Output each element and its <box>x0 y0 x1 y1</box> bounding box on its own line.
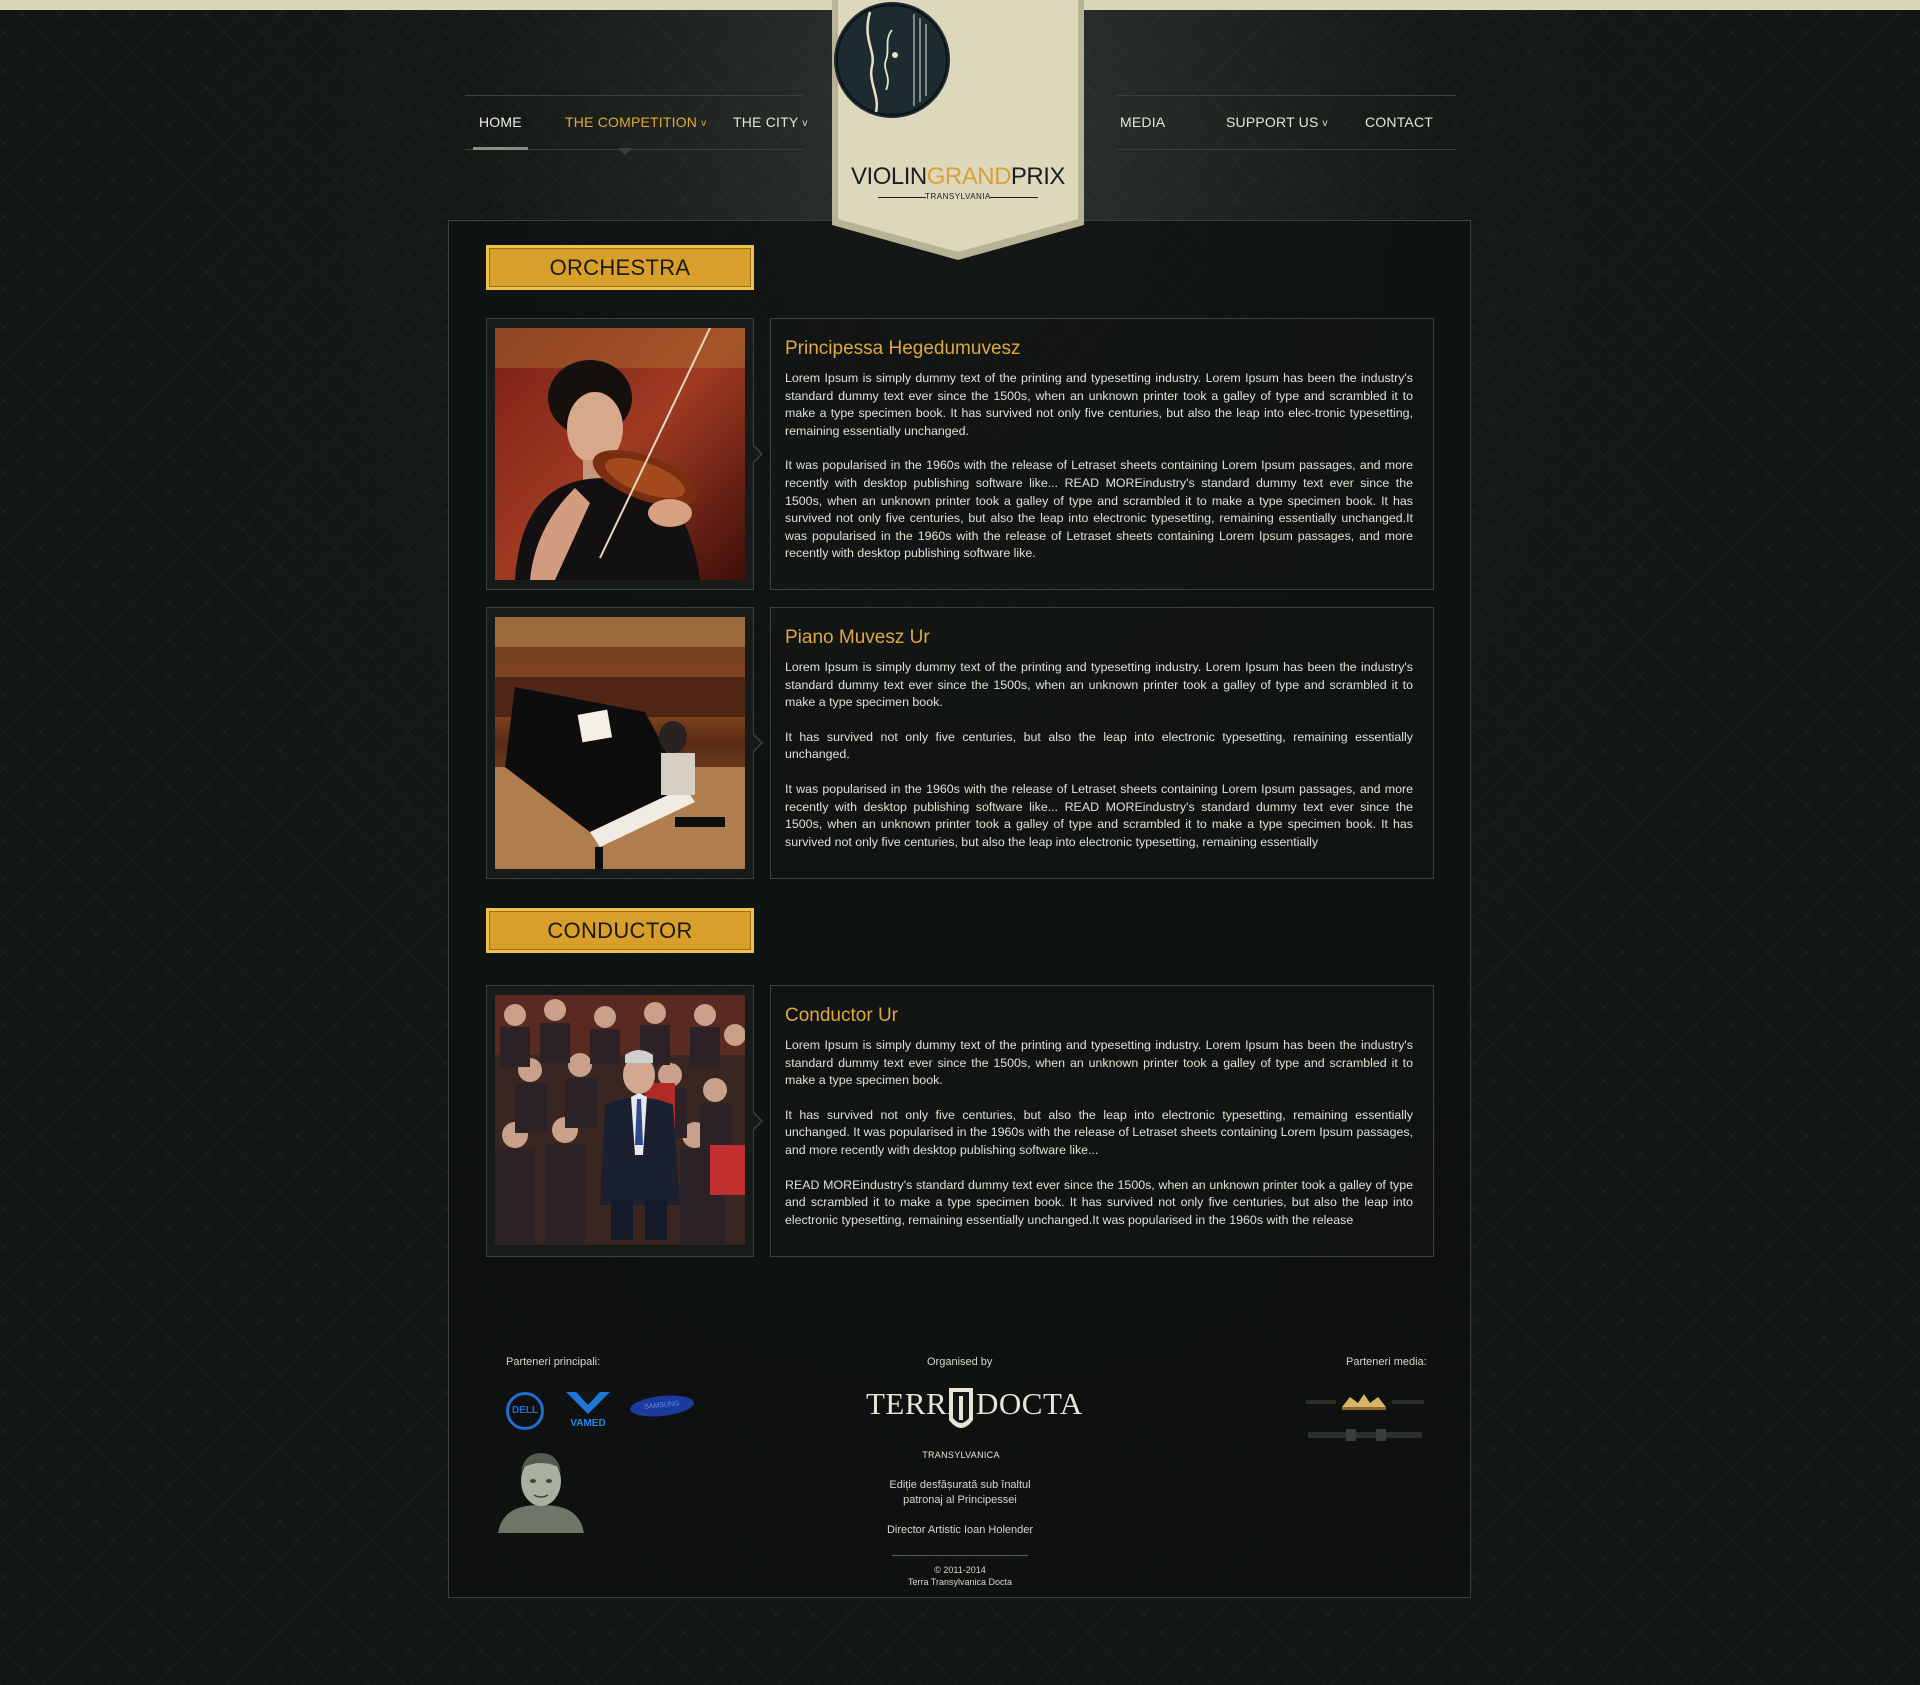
organised-by-label: Organised by <box>927 1356 993 1368</box>
logo-word-violin: VIOLIN <box>851 163 927 190</box>
logo-word-prix: PRIX <box>1010 163 1066 190</box>
entry-paragraph: READ MOREindustry's standard dummy text … <box>785 1177 1413 1227</box>
chevron-down-icon: v <box>701 118 707 129</box>
entry-text-box: Principessa Hegedumuvesz Lorem Ipsum is … <box>770 318 1434 590</box>
nav-the-competition-label: THE COMPETITION <box>565 114 698 130</box>
entry-paragraph: It was popularised in the 1960s with the… <box>785 781 1413 849</box>
nav-home-label: HOME <box>479 114 522 130</box>
conductor-photo <box>495 995 745 1245</box>
artistic-director: Director Artistic Ioan Holender <box>886 1524 1034 1536</box>
terra-docta-logo-right: DOCTA <box>976 1386 1083 1421</box>
violin-scroll-emblem-icon <box>834 2 950 118</box>
vamed-logo-text: VAMED <box>570 1418 606 1429</box>
photo-pointer-icon <box>752 1111 763 1131</box>
dell-logo[interactable]: DELL <box>506 1392 544 1430</box>
footer-divider <box>892 1555 1028 1556</box>
dell-logo-text: DELL <box>511 1405 539 1416</box>
main-nav-left: HOME THE COMPETITION v THE CITY v <box>465 95 807 155</box>
entry-photo-frame[interactable] <box>486 985 763 1257</box>
section-label-orchestra: ORCHESTRA <box>486 245 754 290</box>
patronage-text: Ediție desfășurată sub înaltul patronaj … <box>860 1478 1060 1508</box>
entry-photo-frame[interactable] <box>486 607 763 879</box>
copyright-org: Terra Transylvanica Docta <box>907 1577 1013 1587</box>
logo-word-grand: GRAND <box>926 163 1012 190</box>
newspaper-masthead-icon[interactable] <box>1306 1427 1424 1443</box>
entry-text-box: Conductor Ur Lorem Ipsum is simply dummy… <box>770 985 1434 1257</box>
entry-paragraph: It was popularised in the 1960s with the… <box>785 458 1413 561</box>
logo-wordmark: VIOLINGRANDPRIX <box>832 163 1084 191</box>
vamed-v-icon <box>566 1392 610 1414</box>
violinist-photo <box>495 328 745 580</box>
patronage-line-2: patronaj al Principessei <box>903 1494 1017 1506</box>
entry-text-box: Piano Muvesz Ur Lorem Ipsum is simply du… <box>770 607 1434 879</box>
chevron-down-icon: v <box>1322 118 1328 129</box>
copyright-years: © 2011-2014 <box>934 1565 986 1575</box>
entry-paragraph: It has survived not only five centuries,… <box>785 729 1413 762</box>
partners-label: Parteneri principali: <box>506 1356 601 1368</box>
entry-paragraph: Lorem Ipsum is simply dummy text of the … <box>785 371 1413 438</box>
terra-docta-logo-sub: TRANSYLVANICA <box>922 1450 1000 1460</box>
site-logo[interactable]: VIOLINGRANDPRIX TRANSYLVANIA <box>832 0 1084 262</box>
patron-portrait-icon <box>498 1453 584 1533</box>
main-nav-right: MEDIA SUPPORT US v CONTACT <box>1116 95 1456 150</box>
section-label-conductor: CONDUCTOR <box>486 908 754 953</box>
nav-contact[interactable]: CONTACT <box>1365 96 1433 149</box>
patronage-line-1: Ediție desfășurată sub înaltul <box>889 1479 1031 1491</box>
vamed-logo[interactable]: VAMED <box>562 1390 614 1432</box>
nav-the-competition[interactable]: THE COMPETITION v <box>565 96 706 149</box>
nav-support-us[interactable]: SUPPORT US v <box>1226 96 1328 149</box>
nav-home[interactable]: HOME <box>473 96 528 150</box>
nav-media[interactable]: MEDIA <box>1120 96 1165 149</box>
nav-support-us-label: SUPPORT US <box>1226 114 1319 130</box>
photo-pointer-icon <box>752 444 763 464</box>
entry-title[interactable]: Piano Muvesz Ur <box>785 626 1413 650</box>
logo-subtitle: TRANSYLVANIA <box>864 192 1052 201</box>
pianist-photo <box>495 617 745 869</box>
entry-title[interactable]: Principessa Hegedumuvesz <box>785 337 1413 361</box>
nav-the-city-label: THE CITY <box>733 114 799 130</box>
active-caret-icon <box>618 148 632 155</box>
gazette-masthead-icon[interactable] <box>1306 1391 1424 1413</box>
entry-paragraph: It has survived not only five centuries,… <box>785 1107 1413 1157</box>
entry-paragraph: Lorem Ipsum is simply dummy text of the … <box>785 1038 1413 1088</box>
terra-docta-shield-icon <box>949 1388 973 1428</box>
nav-media-label: MEDIA <box>1120 114 1166 130</box>
entry-paragraph: Lorem Ipsum is simply dummy text of the … <box>785 660 1413 710</box>
samsung-logo-text: SAMSUNG <box>643 1400 680 1411</box>
photo-pointer-icon <box>752 733 763 753</box>
media-partners-label: Parteneri media: <box>1346 1356 1427 1368</box>
copyright: © 2011-2014 Terra Transylvanica Docta <box>860 1564 1060 1588</box>
chevron-down-icon: v <box>802 118 808 129</box>
terra-docta-logo[interactable]: TERRA DOCTA TRANSYLVANICA <box>866 1384 1082 1464</box>
nav-the-city[interactable]: THE CITY v <box>733 96 808 149</box>
entry-title[interactable]: Conductor Ur <box>785 1004 1413 1028</box>
entry-photo-frame[interactable] <box>486 318 763 590</box>
nav-contact-label: CONTACT <box>1365 114 1434 130</box>
